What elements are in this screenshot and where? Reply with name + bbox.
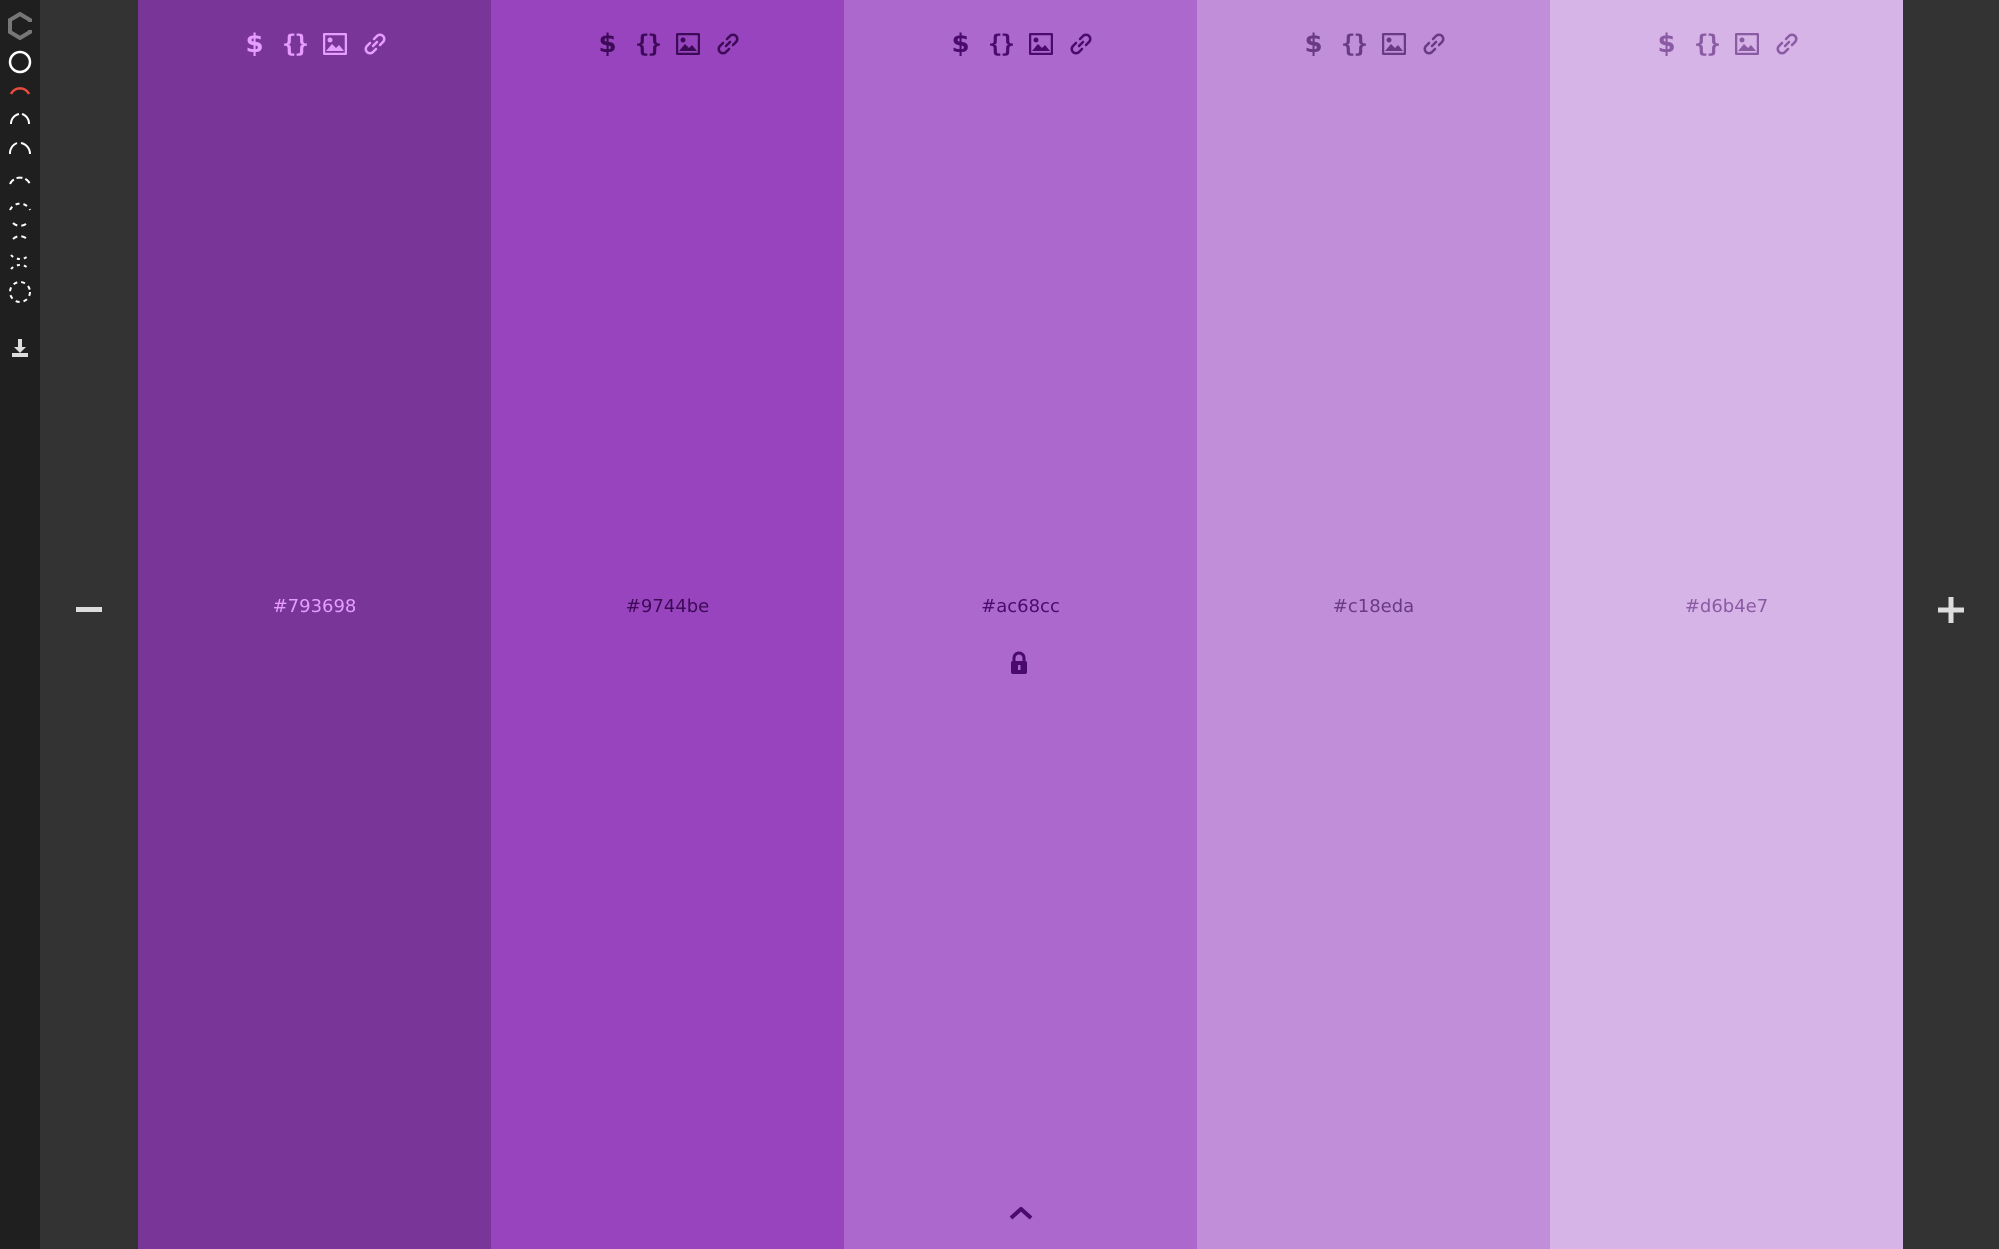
link-icon[interactable]	[360, 28, 390, 60]
link-icon[interactable]	[1772, 28, 1802, 60]
hex-code[interactable]: #c18eda	[1197, 596, 1550, 617]
circle-full-icon[interactable]	[4, 48, 36, 76]
swatch-2[interactable]: $ {} #9744be	[491, 0, 844, 1249]
image-icon[interactable]	[1026, 28, 1056, 60]
hex-code[interactable]: #ac68cc	[844, 596, 1197, 617]
add-swatch-button[interactable]	[1931, 590, 1971, 630]
image-icon[interactable]	[1732, 28, 1762, 60]
swatch-3[interactable]: $ {} #ac68cc	[844, 0, 1197, 1249]
hex-code[interactable]: #793698	[138, 596, 491, 617]
arc-broken-icon[interactable]	[4, 246, 36, 274]
link-icon[interactable]	[1066, 28, 1096, 60]
download-icon[interactable]	[4, 334, 36, 362]
image-icon[interactable]	[1379, 28, 1409, 60]
image-icon[interactable]	[673, 28, 703, 60]
logo-icon[interactable]	[4, 12, 36, 40]
chevron-up-icon[interactable]	[1007, 1201, 1035, 1225]
swatch-4[interactable]: $ {} #c18eda	[1197, 0, 1550, 1249]
swatch-toolbar: $ {}	[491, 28, 844, 60]
braces-icon[interactable]: {}	[1339, 28, 1369, 60]
swatch-toolbar: $ {}	[138, 28, 491, 60]
link-icon[interactable]	[1419, 28, 1449, 60]
minus-icon	[76, 606, 102, 612]
arc-top-icon[interactable]	[4, 104, 36, 132]
hex-code[interactable]: #d6b4e7	[1550, 596, 1903, 617]
dollar-icon[interactable]: $	[946, 28, 976, 60]
swatch-5[interactable]: $ {} #d6b4e7	[1550, 0, 1903, 1249]
swatch-toolbar: $ {}	[1197, 28, 1550, 60]
dollar-icon[interactable]: $	[1652, 28, 1682, 60]
image-icon[interactable]	[320, 28, 350, 60]
dollar-icon[interactable]: $	[240, 28, 270, 60]
braces-icon[interactable]: {}	[280, 28, 310, 60]
palette-app: $ {} #793698 $ {} #9744be $ {} #ac68cc $…	[0, 0, 1999, 1249]
plus-icon	[1938, 596, 1964, 623]
braces-icon[interactable]: {}	[1692, 28, 1722, 60]
arc-split-icon[interactable]	[4, 216, 36, 244]
swatch-1[interactable]: $ {} #793698	[138, 0, 491, 1249]
swatch-toolbar: $ {}	[1550, 28, 1903, 60]
link-icon[interactable]	[713, 28, 743, 60]
dollar-icon[interactable]: $	[1299, 28, 1329, 60]
swatch-row: $ {} #793698 $ {} #9744be $ {} #ac68cc $…	[138, 0, 1903, 1249]
left-toolbar	[0, 0, 40, 1249]
arc-dotted-icon[interactable]	[4, 190, 36, 218]
swatch-toolbar: $ {}	[844, 28, 1197, 60]
hex-code[interactable]: #9744be	[491, 596, 844, 617]
braces-icon[interactable]: {}	[986, 28, 1016, 60]
right-gutter	[1903, 0, 1999, 1249]
dollar-icon[interactable]: $	[593, 28, 623, 60]
lock-icon[interactable]	[1009, 650, 1029, 676]
arc-red-icon[interactable]	[4, 76, 36, 104]
arc-wide-icon[interactable]	[4, 134, 36, 162]
remove-swatch-button[interactable]	[69, 590, 109, 630]
circle-dashed-icon[interactable]	[4, 278, 36, 306]
arc-dashed-icon[interactable]	[4, 164, 36, 192]
left-gutter	[40, 0, 138, 1249]
braces-icon[interactable]: {}	[633, 28, 663, 60]
